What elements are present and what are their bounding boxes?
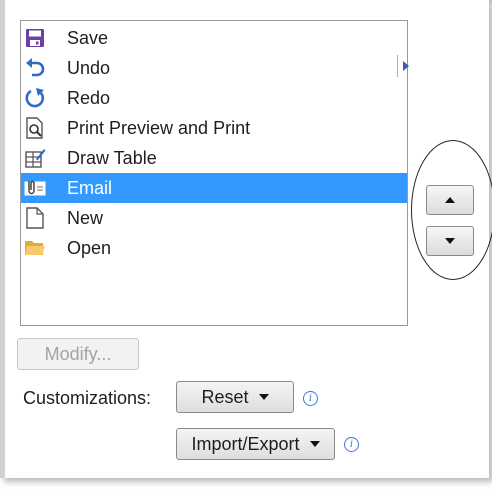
list-item-label: Undo bbox=[67, 57, 111, 78]
chevron-down-icon bbox=[258, 394, 269, 400]
draw-table-icon bbox=[24, 147, 46, 169]
new-document-icon bbox=[24, 207, 46, 229]
dialog-panel: Save Undo Redo Print Preview and Print D… bbox=[0, 0, 492, 478]
save-icon bbox=[24, 27, 46, 49]
reset-button[interactable]: Reset bbox=[176, 381, 294, 413]
move-up-icon bbox=[445, 197, 455, 203]
email-icon bbox=[24, 177, 46, 199]
import-export-button-label: Import/Export bbox=[191, 433, 300, 454]
list-item-save[interactable]: Save bbox=[21, 23, 407, 53]
list-item-open[interactable]: Open bbox=[21, 233, 407, 263]
command-list[interactable]: Save Undo Redo Print Preview and Print D… bbox=[20, 20, 409, 326]
info-icon[interactable]: i bbox=[303, 391, 318, 406]
list-item-new[interactable]: New bbox=[21, 203, 407, 233]
move-down-icon bbox=[445, 238, 455, 244]
modify-button-label: Modify... bbox=[44, 343, 112, 364]
reset-button-label: Reset bbox=[201, 386, 249, 407]
submenu-divider bbox=[397, 55, 398, 77]
open-folder-icon bbox=[24, 237, 46, 259]
submenu-arrow-icon[interactable] bbox=[403, 61, 409, 71]
list-item-label: Print Preview and Print bbox=[67, 117, 251, 138]
list-item-email[interactable]: Email bbox=[21, 173, 407, 203]
list-item-label: Redo bbox=[67, 87, 111, 108]
list-item-label: Open bbox=[67, 237, 112, 258]
list-item-redo[interactable]: Redo bbox=[21, 83, 407, 113]
undo-icon bbox=[24, 57, 46, 79]
list-item-label: Email bbox=[67, 177, 113, 198]
move-down-button[interactable] bbox=[426, 226, 474, 256]
list-item-label: Draw Table bbox=[67, 147, 157, 168]
list-item-print-preview[interactable]: Print Preview and Print bbox=[21, 113, 407, 143]
list-item-label: Save bbox=[67, 27, 109, 48]
list-item-draw-table[interactable]: Draw Table bbox=[21, 143, 407, 173]
info-icon[interactable]: i bbox=[344, 437, 359, 452]
chevron-down-icon bbox=[309, 441, 320, 447]
move-up-button[interactable] bbox=[426, 185, 474, 215]
list-item-undo[interactable]: Undo bbox=[21, 53, 407, 83]
list-item-label: New bbox=[67, 207, 104, 228]
modify-button[interactable]: Modify... bbox=[17, 338, 139, 370]
customizations-label: Customizations: bbox=[23, 388, 152, 408]
print-preview-icon bbox=[24, 117, 46, 139]
redo-icon bbox=[24, 87, 46, 109]
import-export-button[interactable]: Import/Export bbox=[176, 428, 335, 460]
